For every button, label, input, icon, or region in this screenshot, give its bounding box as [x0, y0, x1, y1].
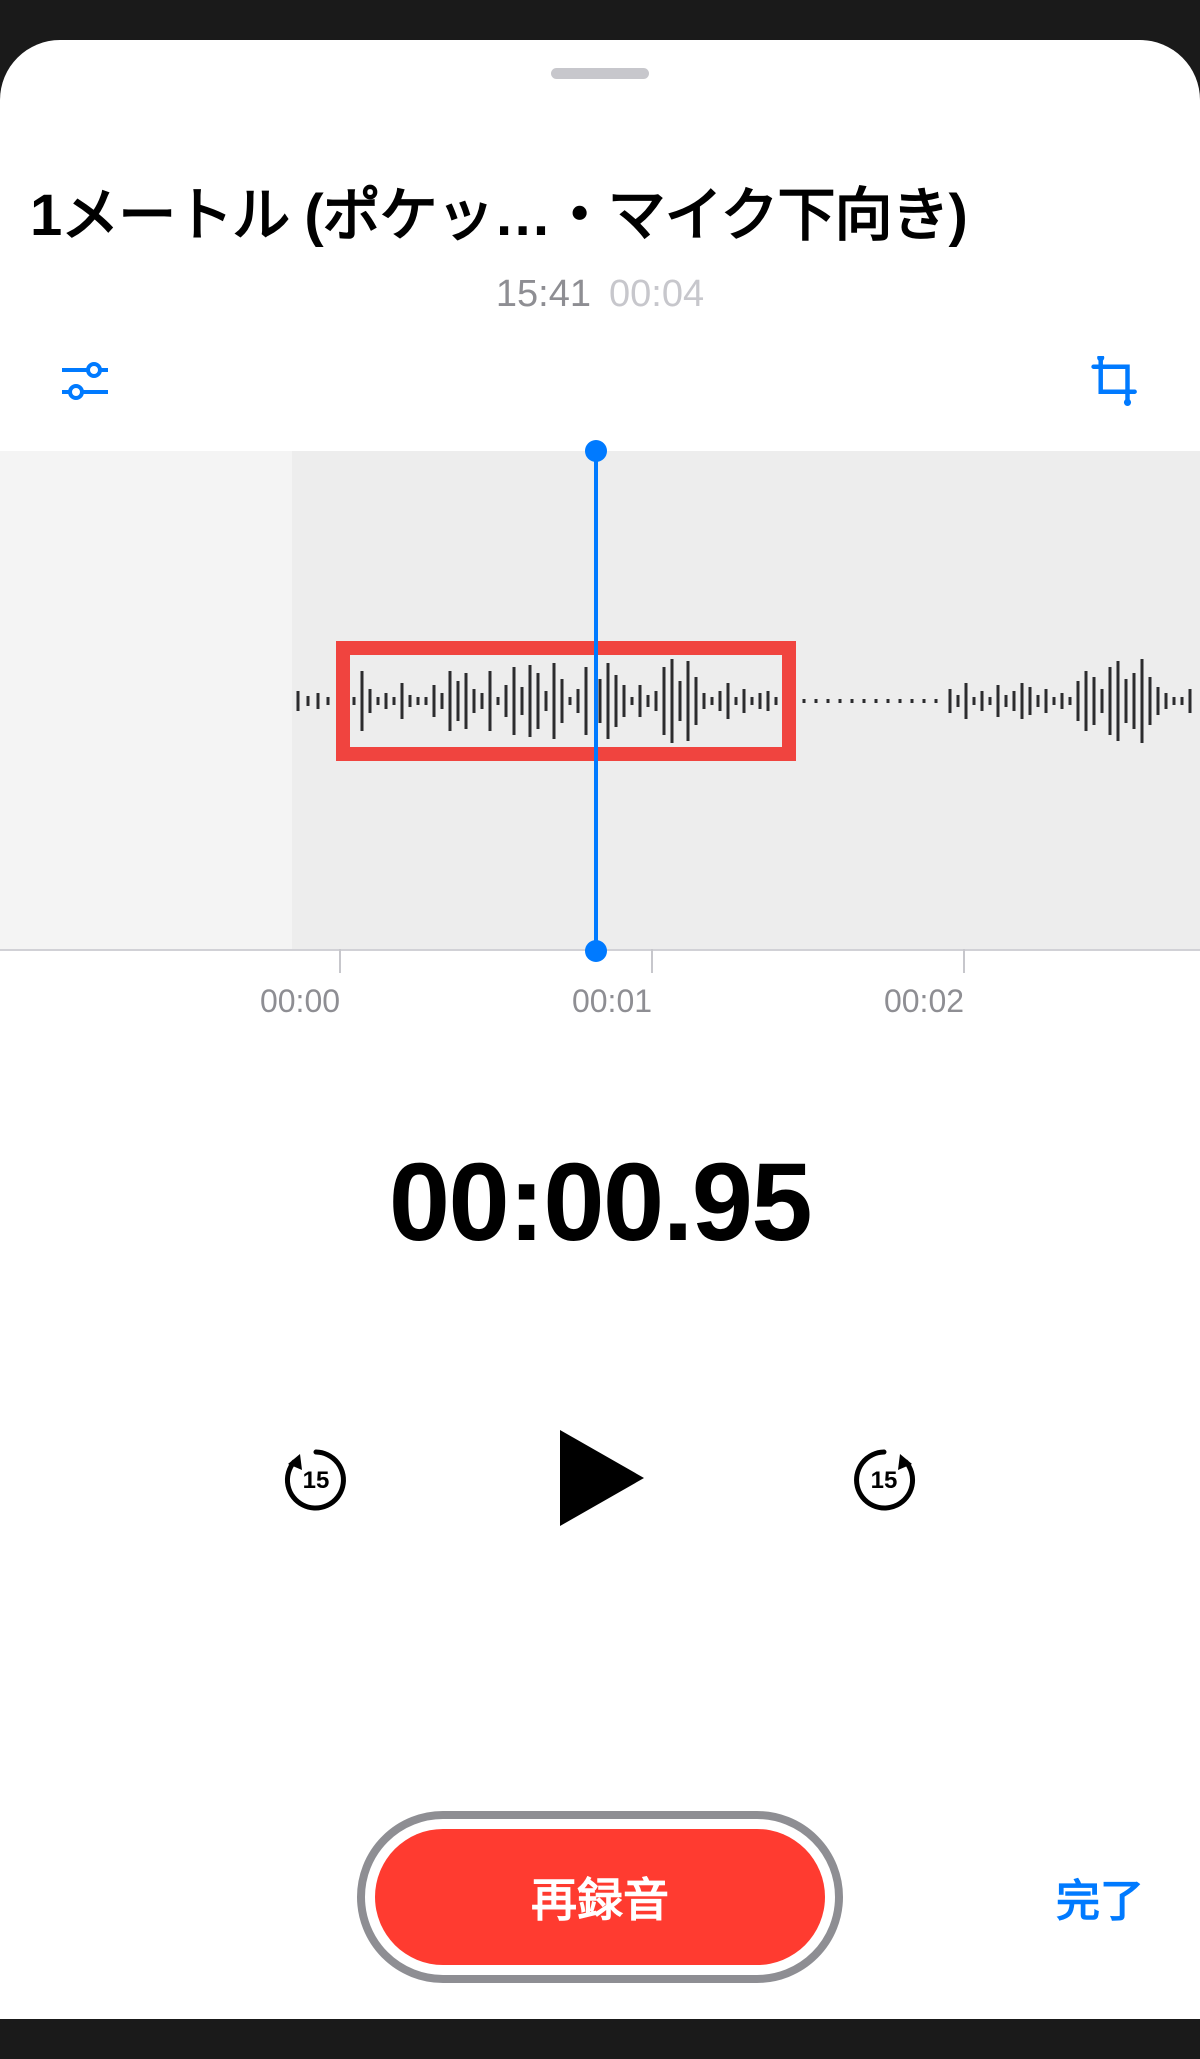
ruler-label: 00:01 [572, 983, 652, 1020]
skip-back-15-icon: 15 [280, 1442, 352, 1514]
skip-forward-15-icon: 15 [848, 1442, 920, 1514]
sliders-icon [60, 356, 110, 406]
recording-meta: 15:41 00:04 [0, 273, 1200, 316]
sheet-grabber[interactable] [551, 68, 649, 79]
recording-title[interactable]: 1メートル (ポケッ…・マイク下向き) [0, 180, 1200, 253]
time-ruler: 00:00 00:01 00:02 [0, 949, 1200, 1039]
svg-text:15: 15 [303, 1467, 330, 1494]
skip-forward-button[interactable]: 15 [848, 1442, 920, 1519]
settings-button[interactable] [60, 356, 110, 411]
skip-back-button[interactable]: 15 [280, 1442, 352, 1519]
done-button[interactable]: 完了 [1056, 1865, 1144, 1929]
ruler-label: 00:00 [260, 983, 340, 1020]
recorded-time: 15:41 [496, 273, 591, 316]
play-icon [552, 1426, 648, 1530]
ruler-label: 00:02 [884, 983, 964, 1020]
current-time-display: 00:00.95 [0, 1139, 1200, 1266]
re-record-button[interactable]: 再録音 [375, 1829, 825, 1965]
trim-button[interactable] [1090, 356, 1140, 411]
playhead[interactable] [594, 451, 598, 951]
svg-text:15: 15 [871, 1467, 898, 1494]
crop-icon [1090, 356, 1140, 406]
waveform [0, 641, 1200, 761]
waveform-area[interactable] [0, 451, 1200, 951]
recording-editor-sheet: 1メートル (ポケッ…・マイク下向き) 15:41 00:04 [0, 40, 1200, 2019]
recording-duration: 00:04 [609, 273, 704, 316]
play-button[interactable] [552, 1426, 648, 1535]
